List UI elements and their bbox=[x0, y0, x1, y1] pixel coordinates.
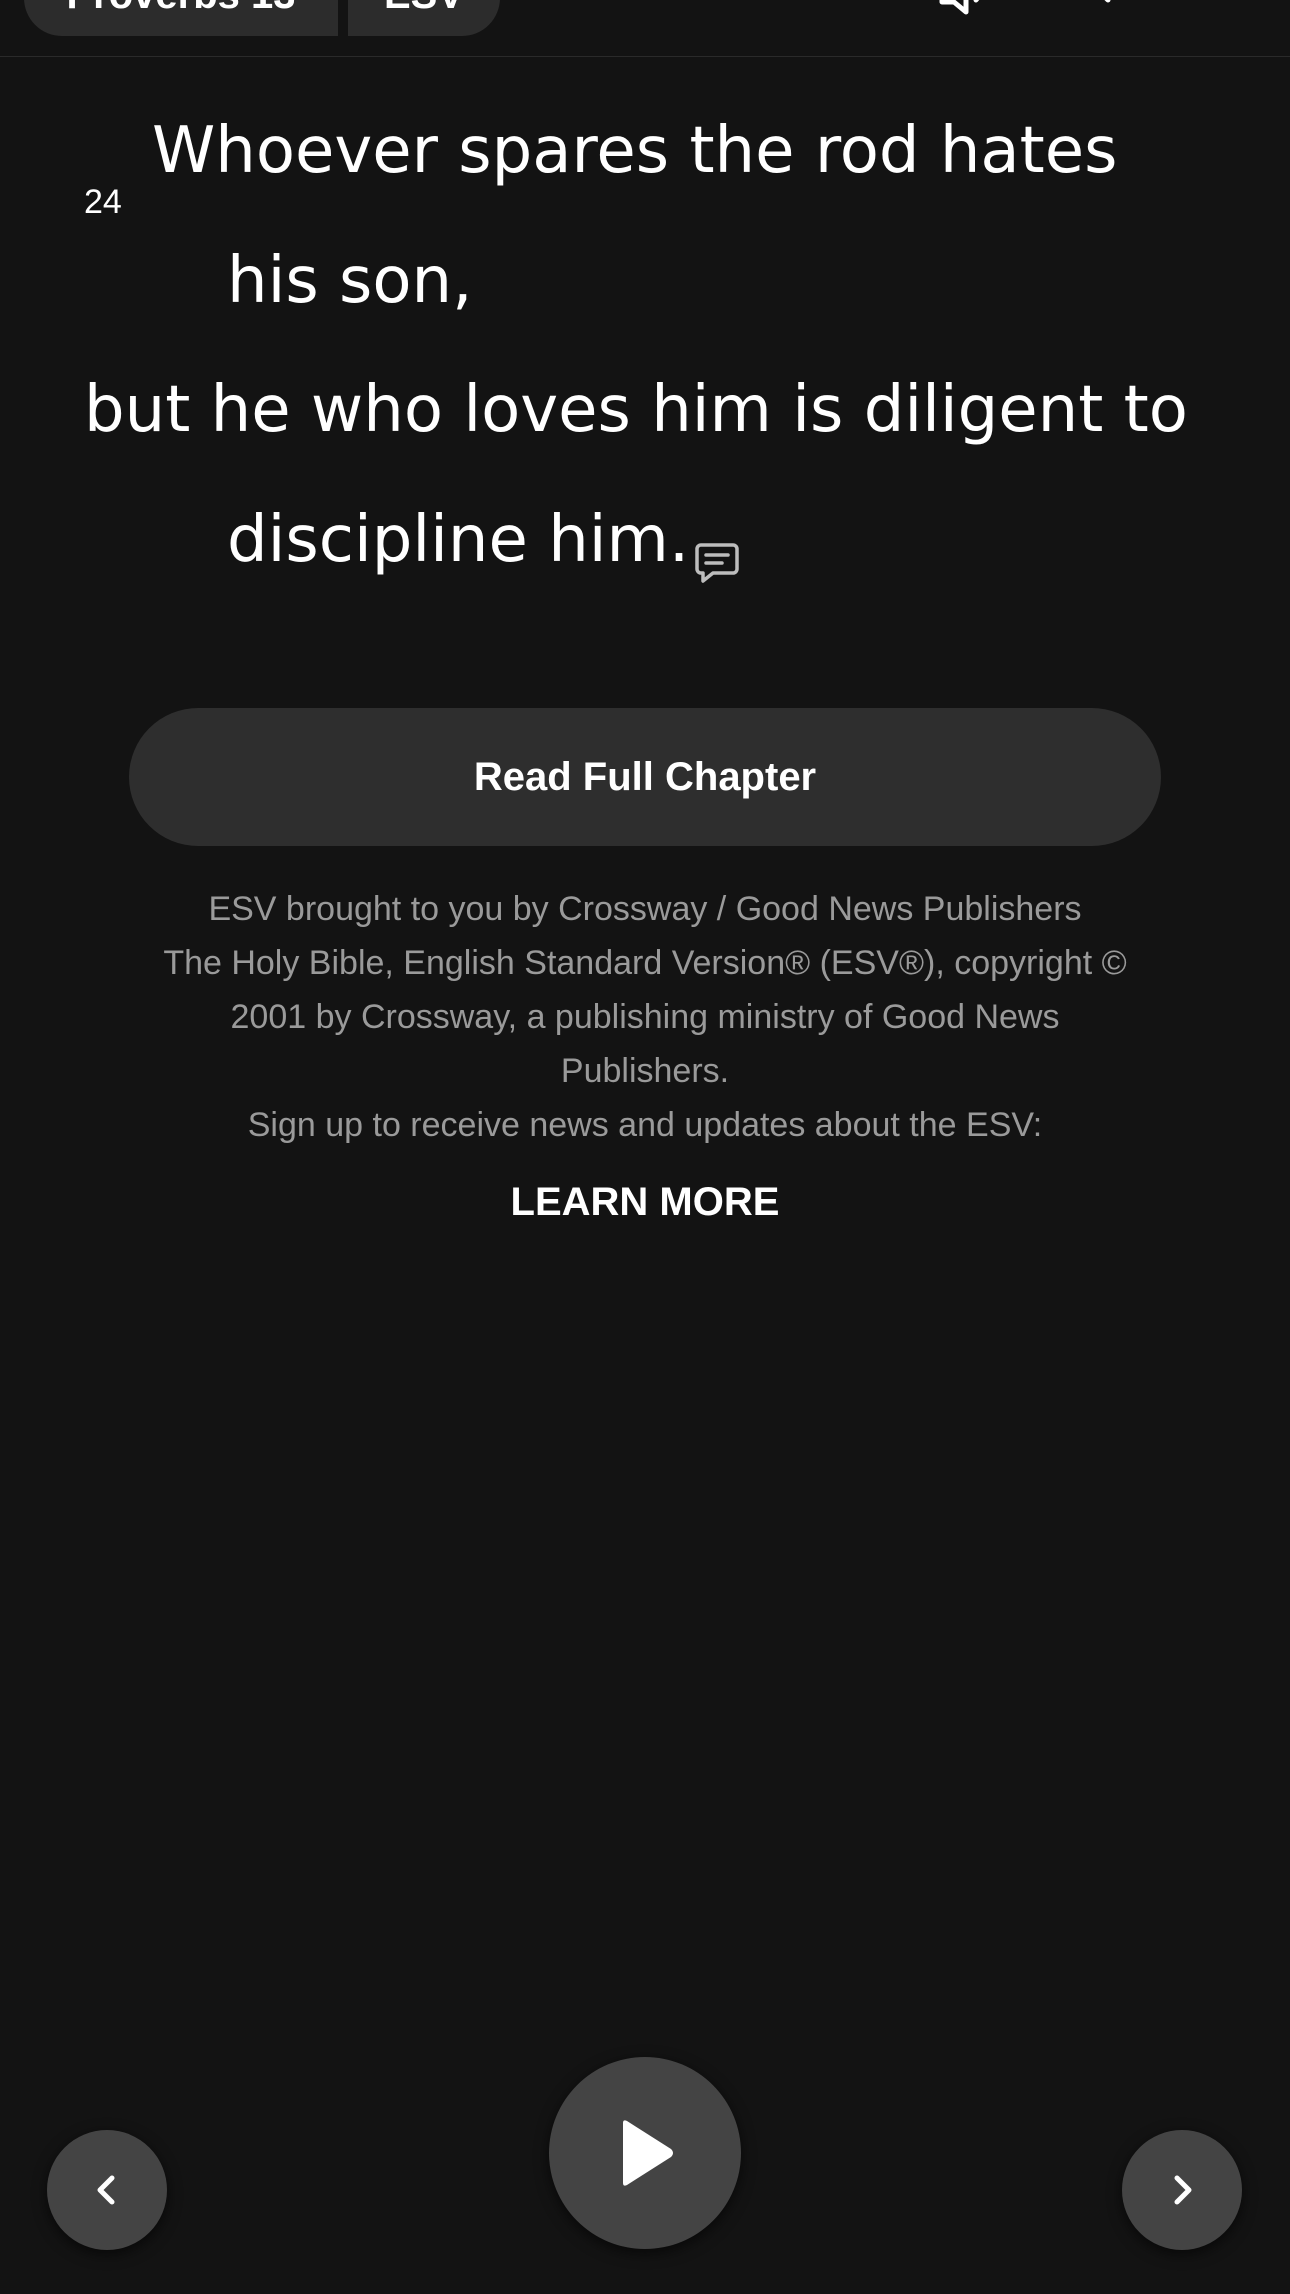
learn-more-link[interactable]: LEARN MORE bbox=[0, 1180, 1290, 1225]
settings-icon[interactable] bbox=[1176, 0, 1236, 20]
copyright-line: Sign up to receive news and updates abou… bbox=[247, 1106, 1043, 1144]
verse-number: 24 bbox=[84, 183, 122, 221]
verse-line: Whoever spares the rod hates bbox=[152, 114, 1118, 188]
play-button[interactable] bbox=[549, 2057, 741, 2249]
verse-line-text: discipline him. bbox=[227, 503, 690, 577]
top-bar: Proverbs 13 ESV bbox=[0, 0, 1290, 57]
version-selector[interactable]: ESV bbox=[348, 0, 500, 36]
previous-verse-button[interactable] bbox=[47, 2130, 167, 2250]
read-full-chapter-button[interactable]: Read Full Chapter bbox=[129, 708, 1161, 846]
play-icon bbox=[623, 2120, 673, 2186]
copyright-line: Publishers. bbox=[560, 1052, 730, 1090]
next-verse-button[interactable] bbox=[1122, 2130, 1242, 2250]
verse-line-last: discipline him. bbox=[227, 475, 741, 631]
chevron-left-icon bbox=[97, 2175, 115, 2205]
verse-line: his son, bbox=[227, 244, 473, 318]
copyright-line: The Holy Bible, English Standard Version… bbox=[163, 944, 1127, 982]
audio-icon[interactable] bbox=[936, 0, 996, 20]
copyright-line: 2001 by Crossway, a publishing ministry … bbox=[230, 998, 1060, 1036]
chevron-right-icon bbox=[1174, 2175, 1192, 2205]
copyright-line: ESV brought to you by Crossway / Good Ne… bbox=[208, 890, 1082, 928]
copyright-notice: ESV brought to you by Crossway / Good Ne… bbox=[100, 882, 1190, 1152]
book-chapter-selector[interactable]: Proverbs 13 bbox=[24, 0, 338, 36]
search-icon[interactable] bbox=[1056, 0, 1116, 20]
verse-line: but he who loves him is diligent to bbox=[84, 373, 1188, 447]
note-icon[interactable] bbox=[693, 501, 741, 631]
